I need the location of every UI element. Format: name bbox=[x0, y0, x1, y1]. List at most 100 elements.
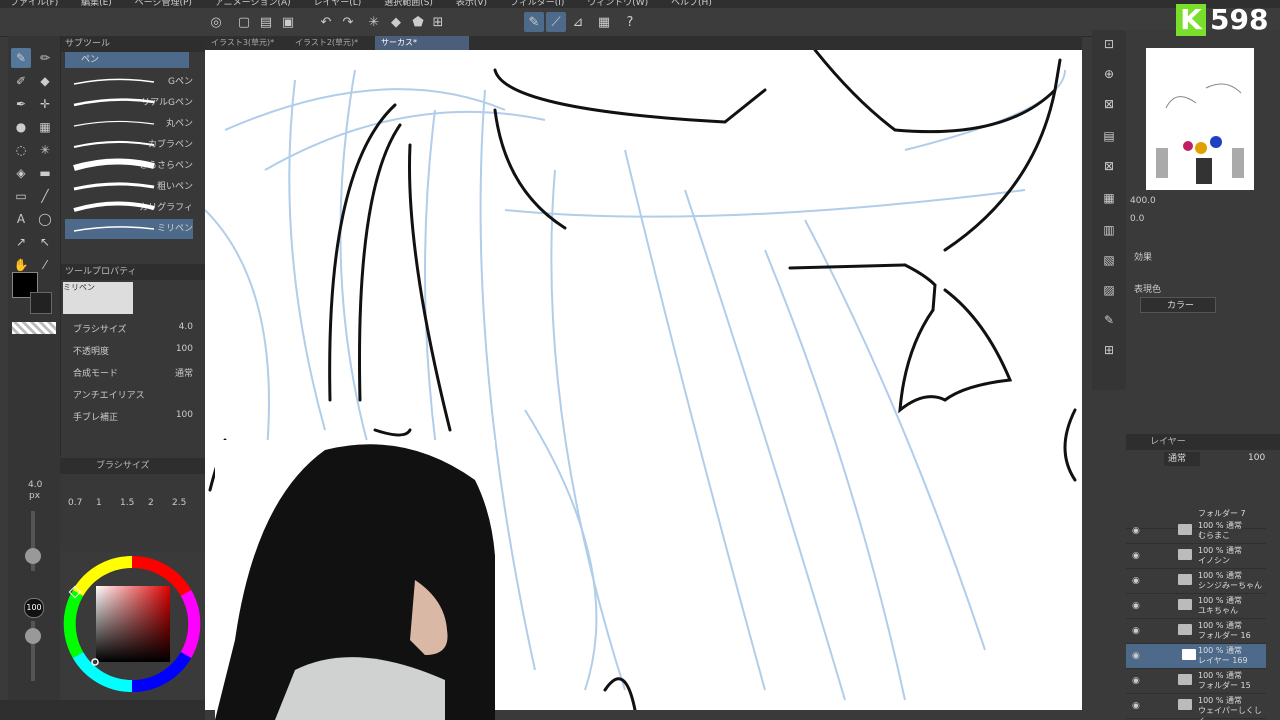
fill-icon[interactable]: ◆ bbox=[386, 12, 406, 32]
eraser-tool-icon[interactable]: ◆ bbox=[35, 71, 55, 91]
menu-layer[interactable]: レイヤー(L) bbox=[314, 0, 362, 8]
frame-tool-icon[interactable]: ▦ bbox=[35, 117, 55, 137]
eye-icon[interactable]: ◉ bbox=[1132, 551, 1140, 561]
eye-icon[interactable]: ◉ bbox=[1132, 651, 1140, 661]
eye-icon[interactable]: ◉ bbox=[1132, 626, 1140, 636]
eye-icon[interactable]: ◉ bbox=[1132, 676, 1140, 686]
material-icon[interactable]: ▤ bbox=[1099, 126, 1119, 146]
auto-action-icon[interactable]: ▧ bbox=[1099, 250, 1119, 270]
subtool-group-pen[interactable]: ペン bbox=[65, 52, 189, 68]
close-panel-icon[interactable]: ⊠ bbox=[1099, 156, 1119, 176]
navigator-thumbnail[interactable] bbox=[1146, 48, 1254, 190]
size-option[interactable]: 1 bbox=[96, 498, 102, 508]
correct-line-tool-icon[interactable]: ↗ bbox=[11, 232, 31, 252]
clear-icon[interactable]: ✳ bbox=[364, 12, 384, 32]
new-file-icon[interactable]: ▢ bbox=[234, 12, 254, 32]
prop-opacity[interactable]: 不透明度 100 bbox=[73, 344, 193, 362]
blend-tool-icon[interactable]: ● bbox=[11, 117, 31, 137]
menu-animation[interactable]: アニメーション(A) bbox=[215, 0, 291, 8]
prop-value[interactable]: 通常 bbox=[175, 366, 193, 379]
redo-icon[interactable]: ↷ bbox=[338, 12, 358, 32]
size-option[interactable]: 2 bbox=[148, 498, 154, 508]
prop-value[interactable]: 100 bbox=[176, 410, 193, 420]
text-tool-icon[interactable]: A bbox=[11, 209, 31, 229]
gradient-tool-icon[interactable]: ▬ bbox=[35, 163, 55, 183]
menu-filter[interactable]: フィルター(I) bbox=[510, 0, 565, 8]
size-option[interactable]: 1.5 bbox=[120, 498, 134, 508]
color-mode-select[interactable]: カラー bbox=[1140, 297, 1216, 313]
sub-color-swatch[interactable] bbox=[30, 292, 52, 314]
snap-ruler-icon[interactable]: ✎ bbox=[524, 12, 544, 32]
tab-illust3[interactable]: イラスト3(草元)* bbox=[205, 36, 280, 50]
prop-value[interactable]: 100 bbox=[176, 344, 193, 354]
prop-blend-mode[interactable]: 合成モード 通常 bbox=[73, 366, 193, 384]
snap-special-ruler-icon[interactable]: ⟋ bbox=[546, 12, 566, 32]
layer-blend-select[interactable]: 通常 bbox=[1164, 452, 1200, 466]
transform-icon[interactable]: ⊞ bbox=[428, 12, 448, 32]
help-icon[interactable]: ? bbox=[620, 12, 640, 32]
history-icon[interactable]: ▥ bbox=[1099, 220, 1119, 240]
close-panel-icon[interactable]: ⊠ bbox=[1099, 94, 1119, 114]
pencil-tool-icon[interactable]: ✏ bbox=[35, 48, 55, 68]
eye-icon[interactable]: ◉ bbox=[1132, 526, 1140, 536]
eye-icon[interactable]: ◉ bbox=[1132, 701, 1140, 711]
layer-item[interactable]: ◉ 100 % 通常 むらまこ bbox=[1126, 519, 1266, 544]
layer-item[interactable]: ◉ 100 % 通常 イノシン bbox=[1126, 544, 1266, 569]
angle-readout[interactable]: 0.0 bbox=[1130, 214, 1144, 224]
tab-circus[interactable]: サーカス* bbox=[375, 36, 469, 50]
open-file-icon[interactable]: ▤ bbox=[256, 12, 276, 32]
transparent-color-swatch[interactable] bbox=[12, 322, 56, 334]
opacity-slider-knob[interactable] bbox=[25, 628, 41, 644]
figure-tool-icon[interactable]: ▭ bbox=[11, 186, 31, 206]
fill-tool-icon[interactable]: ◈ bbox=[11, 163, 31, 183]
prop-antialias[interactable]: アンチエイリアス bbox=[73, 388, 193, 406]
layer-property-icon[interactable]: ▦ bbox=[1099, 188, 1119, 208]
menu-window[interactable]: ウィンドウ(W) bbox=[587, 0, 648, 8]
clip-studio-icon[interactable]: ◎ bbox=[206, 12, 226, 32]
size-option[interactable]: 2.5 bbox=[172, 498, 186, 508]
settings-icon[interactable]: ▦ bbox=[594, 12, 614, 32]
line-tool-icon[interactable]: ╱ bbox=[35, 186, 55, 206]
size-option[interactable]: 0.7 bbox=[68, 498, 82, 508]
balloon-tool-icon[interactable]: ◯ bbox=[35, 209, 55, 229]
undo-icon[interactable]: ↶ bbox=[316, 12, 336, 32]
save-icon[interactable]: ▣ bbox=[278, 12, 298, 32]
layer-item[interactable]: ◉ 100 % 通常 シンジみーちゃん bbox=[1126, 569, 1266, 594]
menu-edit[interactable]: 編集(E) bbox=[81, 0, 112, 8]
export-icon[interactable]: ⊞ bbox=[1099, 340, 1119, 360]
eye-icon[interactable]: ◉ bbox=[1132, 601, 1140, 611]
edit-icon[interactable]: ✎ bbox=[1099, 310, 1119, 330]
navigator-toggle-icon[interactable]: ⊡ bbox=[1099, 34, 1119, 54]
layer-item[interactable]: ◉ 100 % 通常 フォルダー 15 bbox=[1126, 669, 1266, 694]
snap-grid-icon[interactable]: ⊿ bbox=[568, 12, 588, 32]
object-tool-icon[interactable]: ↖ bbox=[35, 232, 55, 252]
menu-selection[interactable]: 選択範囲(S) bbox=[384, 0, 433, 8]
decoration-tool-icon[interactable]: ✒ bbox=[11, 94, 31, 114]
lasso-tool-icon[interactable]: ◌ bbox=[11, 140, 31, 160]
wand-tool-icon[interactable]: ✳ bbox=[35, 140, 55, 160]
color-wheel[interactable] bbox=[60, 550, 205, 700]
item-bank-icon[interactable]: ▨ bbox=[1099, 280, 1119, 300]
prop-stabilization[interactable]: 手ブレ補正 100 bbox=[73, 410, 193, 428]
layer-item[interactable]: ◉ 100 % 通常 フォルダー 16 bbox=[1126, 619, 1266, 644]
zoom-readout[interactable]: 400.0 bbox=[1130, 196, 1156, 206]
tab-illust2[interactable]: イラスト2(草元)* bbox=[289, 36, 364, 50]
zoom-icon[interactable]: ⊕ bbox=[1099, 64, 1119, 84]
layer-item-selected[interactable]: ◉ 100 % 通常 レイヤー 169 bbox=[1126, 644, 1266, 669]
layer-item[interactable]: ◉100 % 通常ウェイパーしくしく bbox=[1126, 694, 1266, 720]
menu-file[interactable]: ファイル(F) bbox=[10, 0, 58, 8]
prop-value[interactable]: 4.0 bbox=[179, 322, 193, 332]
menu-view[interactable]: 表示(V) bbox=[456, 0, 487, 8]
move-tool-icon[interactable]: ✛ bbox=[35, 94, 55, 114]
menu-page[interactable]: ページ管理(P) bbox=[135, 0, 192, 8]
prop-brush-size[interactable]: ブラシサイズ 4.0 bbox=[73, 322, 193, 340]
menu-help[interactable]: ヘルプ(H) bbox=[671, 0, 712, 8]
layer-item[interactable]: ◉ 100 % 通常 ユキちゃん bbox=[1126, 594, 1266, 619]
layer-opacity-value[interactable]: 100 bbox=[1248, 453, 1265, 463]
brush-tool-icon[interactable]: ✐ bbox=[11, 71, 31, 91]
eye-icon[interactable]: ◉ bbox=[1132, 576, 1140, 586]
fill-selection-icon[interactable]: ⬟ bbox=[408, 12, 428, 32]
brush-size-slider-knob[interactable] bbox=[25, 548, 41, 564]
eyedropper-tool-icon[interactable]: ⁄ bbox=[35, 255, 55, 275]
pen-tool-icon[interactable]: ✎ bbox=[11, 48, 31, 68]
